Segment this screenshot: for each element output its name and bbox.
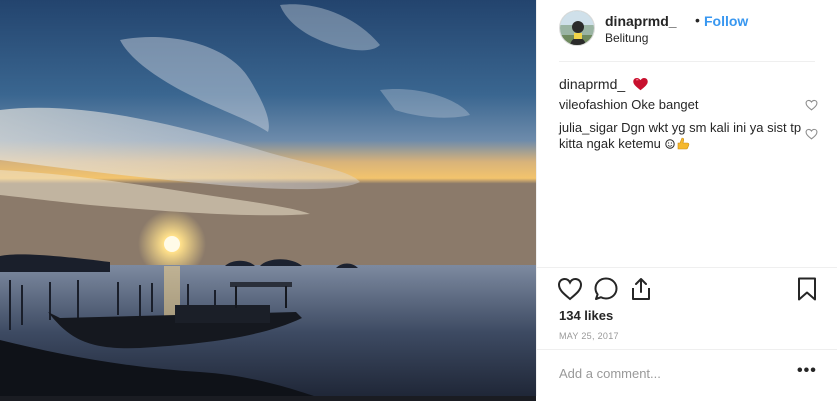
comment-like-heart-icon[interactable] xyxy=(805,99,818,111)
comment-username[interactable]: vileofashion xyxy=(559,97,628,112)
post-photo[interactable] xyxy=(0,0,536,401)
heart-emoji-icon xyxy=(633,78,648,91)
add-comment-section: ••• xyxy=(537,349,837,396)
location-link[interactable]: Belitung xyxy=(605,31,648,45)
comment-like-heart-icon[interactable] xyxy=(805,128,818,140)
avatar-photo-icon xyxy=(560,11,594,45)
action-bar xyxy=(537,267,837,307)
likes-count[interactable]: 134 likes xyxy=(559,308,613,323)
comment-text: Oke banget xyxy=(631,97,699,112)
separator-dot: • xyxy=(695,12,700,28)
caption: dinaprmd_ xyxy=(559,76,648,92)
add-comment-input[interactable] xyxy=(559,364,779,382)
comment-item: julia_sigar Dgn wkt yg sm kali ini ya si… xyxy=(559,120,804,152)
photo-bottom-strip xyxy=(0,396,536,401)
more-options-icon[interactable]: ••• xyxy=(797,363,817,382)
comment-username[interactable]: julia_sigar xyxy=(559,120,618,135)
follow-button[interactable]: Follow xyxy=(704,13,748,29)
sunset-photo xyxy=(0,0,536,401)
avatar[interactable] xyxy=(559,10,595,46)
like-heart-icon[interactable] xyxy=(557,276,583,302)
caption-username[interactable]: dinaprmd_ xyxy=(559,76,625,92)
bookmark-icon[interactable] xyxy=(794,276,820,302)
post-details-panel: dinaprmd_ • Follow Belitung dinaprmd_ vi… xyxy=(536,0,837,396)
comment-item: vileofashion Oke banget xyxy=(559,97,804,113)
post-date: MAY 25, 2017 xyxy=(559,331,619,341)
share-icon[interactable] xyxy=(628,276,654,302)
author-username[interactable]: dinaprmd_ xyxy=(605,13,677,29)
comment-icon[interactable] xyxy=(593,276,619,302)
emoji-icon xyxy=(664,137,689,150)
post-header: dinaprmd_ • Follow Belitung xyxy=(559,10,815,62)
